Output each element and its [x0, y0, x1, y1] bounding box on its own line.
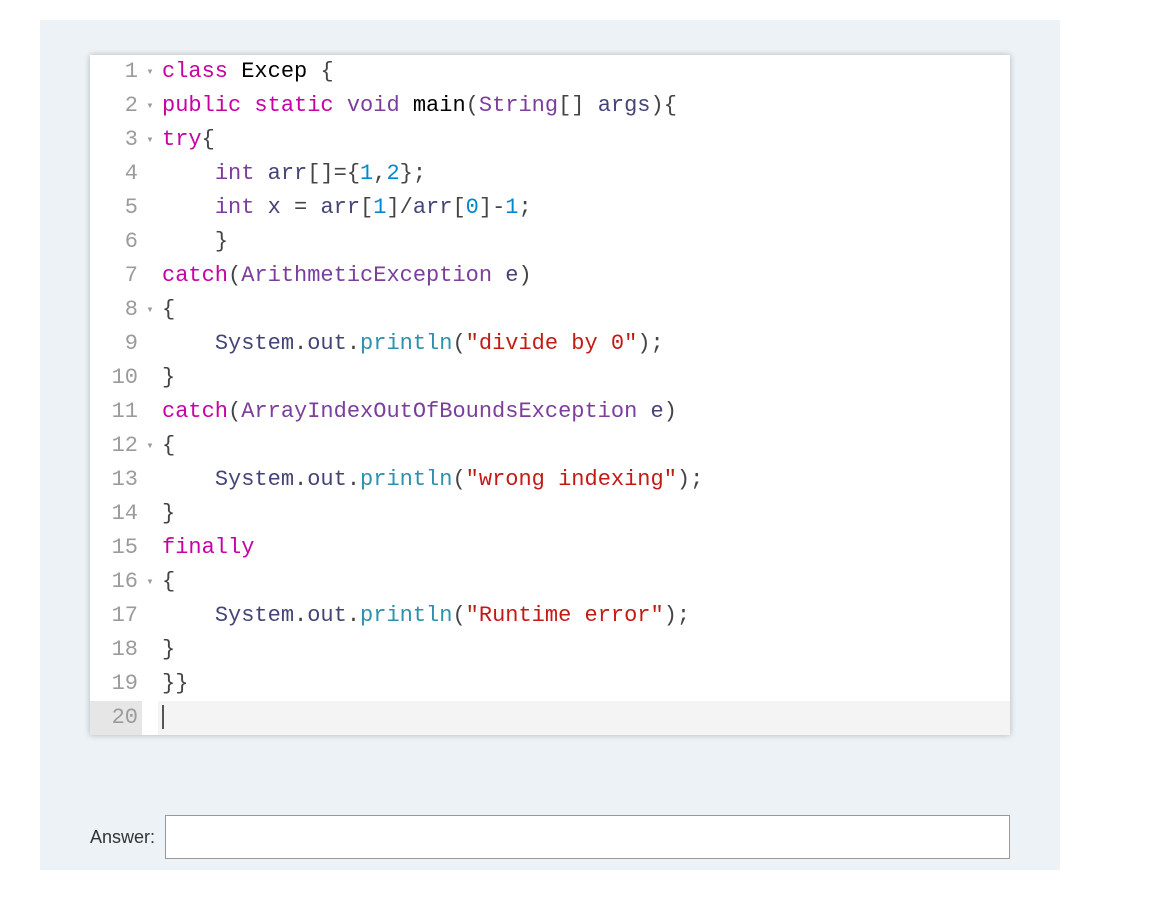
code-line: 9 System.out.println("divide by 0"); [90, 327, 1010, 361]
line-number: 19 [90, 667, 142, 701]
fold-marker-icon [142, 395, 158, 429]
line-number: 8 [90, 293, 142, 327]
code-line: 11 catch(ArrayIndexOutOfBoundsException e… [90, 395, 1010, 429]
code-text [158, 701, 1010, 735]
code-text: catch(ArrayIndexOutOfBoundsException e) [158, 395, 1010, 429]
code-text: { [158, 293, 1010, 327]
code-line: 7 catch(ArithmeticException e) [90, 259, 1010, 293]
fold-marker-icon [142, 463, 158, 497]
fold-marker-icon [142, 361, 158, 395]
code-line: 19}} [90, 667, 1010, 701]
fold-marker-icon[interactable]: ▾ [142, 55, 158, 89]
code-text: } [158, 361, 1010, 395]
code-line: 13 System.out.println("wrong indexing"); [90, 463, 1010, 497]
line-number: 15 [90, 531, 142, 565]
code-text: try{ [158, 123, 1010, 157]
code-text: public static void main(String[] args){ [158, 89, 1010, 123]
line-number: 18 [90, 633, 142, 667]
code-text: } [158, 225, 1010, 259]
code-line: 1▾class Excep { [90, 55, 1010, 89]
code-line: 6 } [90, 225, 1010, 259]
fold-marker-icon [142, 599, 158, 633]
line-number: 13 [90, 463, 142, 497]
question-panel: 1▾class Excep {2▾public static void main… [40, 20, 1060, 870]
answer-row: Answer: [90, 815, 1010, 859]
fold-marker-icon [142, 531, 158, 565]
code-line: 14} [90, 497, 1010, 531]
fold-marker-icon [142, 259, 158, 293]
fold-marker-icon[interactable]: ▾ [142, 89, 158, 123]
fold-marker-icon [142, 225, 158, 259]
code-line: 17 System.out.println("Runtime error"); [90, 599, 1010, 633]
fold-marker-icon [142, 667, 158, 701]
fold-marker-icon [142, 191, 158, 225]
code-text: { [158, 429, 1010, 463]
fold-marker-icon[interactable]: ▾ [142, 293, 158, 327]
answer-input[interactable] [165, 815, 1010, 859]
code-line: 5 int x = arr[1]/arr[0]-1; [90, 191, 1010, 225]
code-line: 8▾{ [90, 293, 1010, 327]
line-number: 20 [90, 701, 142, 735]
line-number: 4 [90, 157, 142, 191]
code-text: int arr[]={1,2}; [158, 157, 1010, 191]
line-number: 17 [90, 599, 142, 633]
code-text: catch(ArithmeticException e) [158, 259, 1010, 293]
code-text: } [158, 633, 1010, 667]
code-text: finally [158, 531, 1010, 565]
line-number: 5 [90, 191, 142, 225]
fold-marker-icon [142, 633, 158, 667]
fold-marker-icon[interactable]: ▾ [142, 429, 158, 463]
code-line: 12▾{ [90, 429, 1010, 463]
text-cursor [162, 705, 164, 729]
code-text: System.out.println("divide by 0"); [158, 327, 1010, 361]
code-line: 2▾public static void main(String[] args)… [90, 89, 1010, 123]
line-number: 12 [90, 429, 142, 463]
line-number: 7 [90, 259, 142, 293]
code-line: 3▾try{ [90, 123, 1010, 157]
code-line: 16▾{ [90, 565, 1010, 599]
fold-marker-icon [142, 701, 158, 735]
fold-marker-icon [142, 157, 158, 191]
line-number: 6 [90, 225, 142, 259]
code-text: System.out.println("Runtime error"); [158, 599, 1010, 633]
line-number: 3 [90, 123, 142, 157]
code-text: { [158, 565, 1010, 599]
line-number: 9 [90, 327, 142, 361]
code-editor: 1▾class Excep {2▾public static void main… [90, 55, 1010, 735]
line-number: 14 [90, 497, 142, 531]
code-line: 20 [90, 701, 1010, 735]
line-number: 2 [90, 89, 142, 123]
code-line: 4 int arr[]={1,2}; [90, 157, 1010, 191]
fold-marker-icon[interactable]: ▾ [142, 565, 158, 599]
code-line: 15 finally [90, 531, 1010, 565]
line-number: 1 [90, 55, 142, 89]
fold-marker-icon [142, 327, 158, 361]
line-number: 10 [90, 361, 142, 395]
answer-label: Answer: [90, 827, 155, 848]
line-number: 16 [90, 565, 142, 599]
code-text: int x = arr[1]/arr[0]-1; [158, 191, 1010, 225]
code-text: } [158, 497, 1010, 531]
fold-marker-icon[interactable]: ▾ [142, 123, 158, 157]
code-line: 18} [90, 633, 1010, 667]
code-text: class Excep { [158, 55, 1010, 89]
code-line: 10} [90, 361, 1010, 395]
fold-marker-icon [142, 497, 158, 531]
code-text: }} [158, 667, 1010, 701]
line-number: 11 [90, 395, 142, 429]
code-text: System.out.println("wrong indexing"); [158, 463, 1010, 497]
page-root: 1▾class Excep {2▾public static void main… [0, 0, 1152, 899]
